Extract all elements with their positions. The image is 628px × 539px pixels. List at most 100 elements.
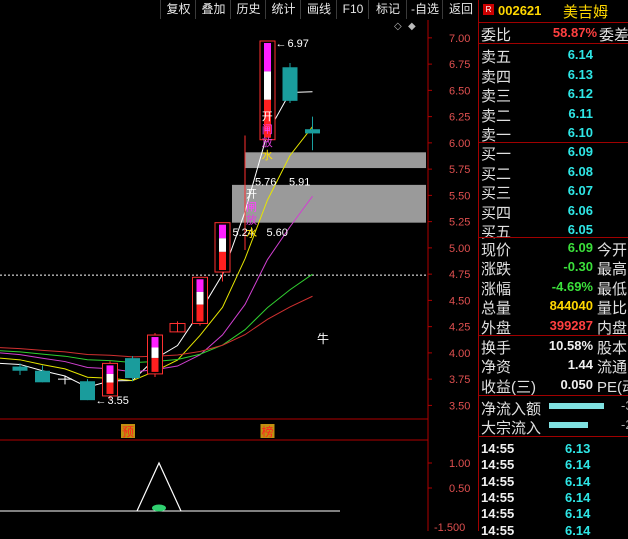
- quote-row-label: 买三: [481, 185, 512, 203]
- kline-chart[interactable]: 7.00 6.75 6.50 6.25 6.00 5.75 5.50 5.25 5.00 4.75…: [0, 0, 478, 531]
- candle-segment-magenta: [106, 365, 114, 374]
- divider: [479, 43, 628, 44]
- quote-row-label: 卖四: [481, 68, 512, 86]
- tick-time: 14:55: [481, 489, 515, 505]
- stat-value: 10.58%: [548, 338, 593, 353]
- tick-row: 14:55 6.13: [479, 440, 628, 457]
- candle-segment-white: [264, 71, 271, 100]
- stat-value: 6.09: [567, 240, 593, 255]
- y-tick-label: 7.00: [449, 33, 470, 45]
- candle-segment-white: [151, 347, 159, 358]
- quote-row-price: 6.05: [567, 222, 593, 238]
- quote-row: 卖二 6.11: [479, 105, 628, 125]
- quote-row: 买一 6.09: [479, 143, 628, 163]
- stat-label: 净资: [481, 359, 512, 377]
- quote-row-price: 6.12: [567, 86, 593, 102]
- stat-value: 399287: [549, 317, 593, 333]
- stat-row: 净资 1.44 流通: [479, 356, 628, 377]
- quote-row-label: 卖二: [481, 107, 512, 125]
- stat-label: 收益(三): [481, 378, 536, 396]
- stock-name[interactable]: 美吉姆: [563, 1, 608, 22]
- stat-value: 844040: [549, 298, 593, 314]
- stat-value: 1.44: [567, 357, 593, 373]
- quote-row-label: 买四: [481, 204, 512, 222]
- quote-row-label: 卖三: [481, 88, 512, 106]
- sub-bottom-label: -1.500: [434, 522, 465, 531]
- flow-bar: [549, 403, 604, 409]
- stat-label: 现价: [481, 242, 512, 259]
- indicator-spike: [136, 461, 182, 512]
- stat-row: 总量 844040 量比: [479, 297, 628, 317]
- quote-row-price: 6.07: [567, 183, 593, 199]
- sub-tick-label: 0.50: [449, 483, 470, 495]
- arrow-left-icon: ←: [276, 38, 287, 50]
- stat-value: -4.69%: [551, 278, 593, 294]
- stock-header: R 002621 美吉姆: [479, 0, 628, 22]
- signal-vertical-text: 放: [246, 212, 257, 226]
- candle-segment-magenta: [151, 337, 159, 348]
- flow-label: 大宗流入: [481, 420, 542, 437]
- quote-row: 买四 6.06: [479, 202, 628, 222]
- sub-tick-label: 1.00: [449, 458, 470, 470]
- price-annotation: 5.60: [267, 227, 288, 239]
- tick-time: 14:55: [481, 457, 515, 473]
- weibi-value: 58.87%: [552, 25, 597, 40]
- quote-row: 买二 6.08: [479, 163, 628, 183]
- stat-value: -0.30: [563, 259, 593, 275]
- y-tick-label: 4.00: [449, 348, 470, 360]
- bull-marker: 牛: [317, 331, 329, 346]
- stat-label-2: 流通: [597, 359, 628, 377]
- signal-vertical-text: 开: [246, 187, 257, 200]
- stat-label-2: 最低: [597, 280, 628, 298]
- stat-label-2: PE(动: [597, 378, 628, 396]
- quote-row-label: 买二: [481, 165, 512, 183]
- candle-body: [305, 129, 320, 134]
- signal-vertical-text: 闸: [262, 123, 273, 136]
- stat-row: 现价 6.09 今开: [479, 239, 628, 259]
- tick-row: 14:55 6.14: [479, 473, 628, 490]
- y-tick-label: 6.50: [449, 85, 470, 97]
- quote-row-price: 6.14: [567, 47, 593, 62]
- divider: [479, 395, 628, 396]
- flow-row: 净流入额 -3: [479, 398, 628, 418]
- divider: [479, 237, 628, 238]
- quote-row-price: 6.06: [567, 202, 593, 218]
- weicha-label: 委差: [599, 27, 628, 44]
- stat-row: 涨幅 -4.69% 最低: [479, 278, 628, 298]
- tick-price: 6.14: [565, 489, 591, 505]
- quote-row-price: 6.10: [567, 125, 593, 141]
- price-annotation: 3.55: [108, 395, 129, 407]
- tick-row: 14:55 6.14: [479, 456, 628, 473]
- quote-row: 买三 6.07: [479, 182, 628, 203]
- price-annotation: 6.97: [288, 38, 309, 50]
- y-tick-label: 4.75: [449, 269, 470, 281]
- quote-row: 卖一 6.10: [479, 124, 628, 144]
- quote-row-label: 买一: [481, 146, 512, 163]
- divider: [479, 335, 628, 336]
- y-tick-label: 5.75: [449, 164, 470, 176]
- candle-segment-white: [219, 238, 226, 252]
- signal-vertical-text: 水: [246, 226, 257, 239]
- y-tick-label: 6.00: [449, 138, 470, 150]
- stock-code[interactable]: 002621: [498, 3, 541, 18]
- weibi-label: 委比: [481, 27, 512, 44]
- flow-value: -3: [621, 398, 628, 413]
- tick-price: 6.14: [565, 506, 591, 522]
- stat-label: 换手: [481, 340, 512, 357]
- y-tick-label: 4.50: [449, 295, 470, 307]
- quote-row: 卖三 6.12: [479, 85, 628, 106]
- candle-body: [12, 366, 28, 371]
- divider: [479, 22, 628, 23]
- quote-row-price: 6.09: [567, 144, 593, 159]
- y-tick-label: 3.75: [449, 374, 470, 386]
- candle-segment-magenta: [219, 224, 226, 239]
- candle-segment-magenta: [264, 43, 271, 72]
- signal-vertical-text: 放: [262, 135, 273, 149]
- candle-body: [80, 381, 95, 401]
- tick-price: 6.14: [565, 473, 591, 489]
- flow-label: 净流入额: [481, 401, 542, 418]
- candle-segment-red: [106, 382, 114, 394]
- weibi-row: 委比 58.87% 委差: [479, 24, 628, 44]
- quote-panel: R 002621 美吉姆 委比 58.87% 委差 卖五 6.14 卖四 6.13 卖三…: [478, 0, 628, 538]
- candle-segment-red: [219, 251, 226, 271]
